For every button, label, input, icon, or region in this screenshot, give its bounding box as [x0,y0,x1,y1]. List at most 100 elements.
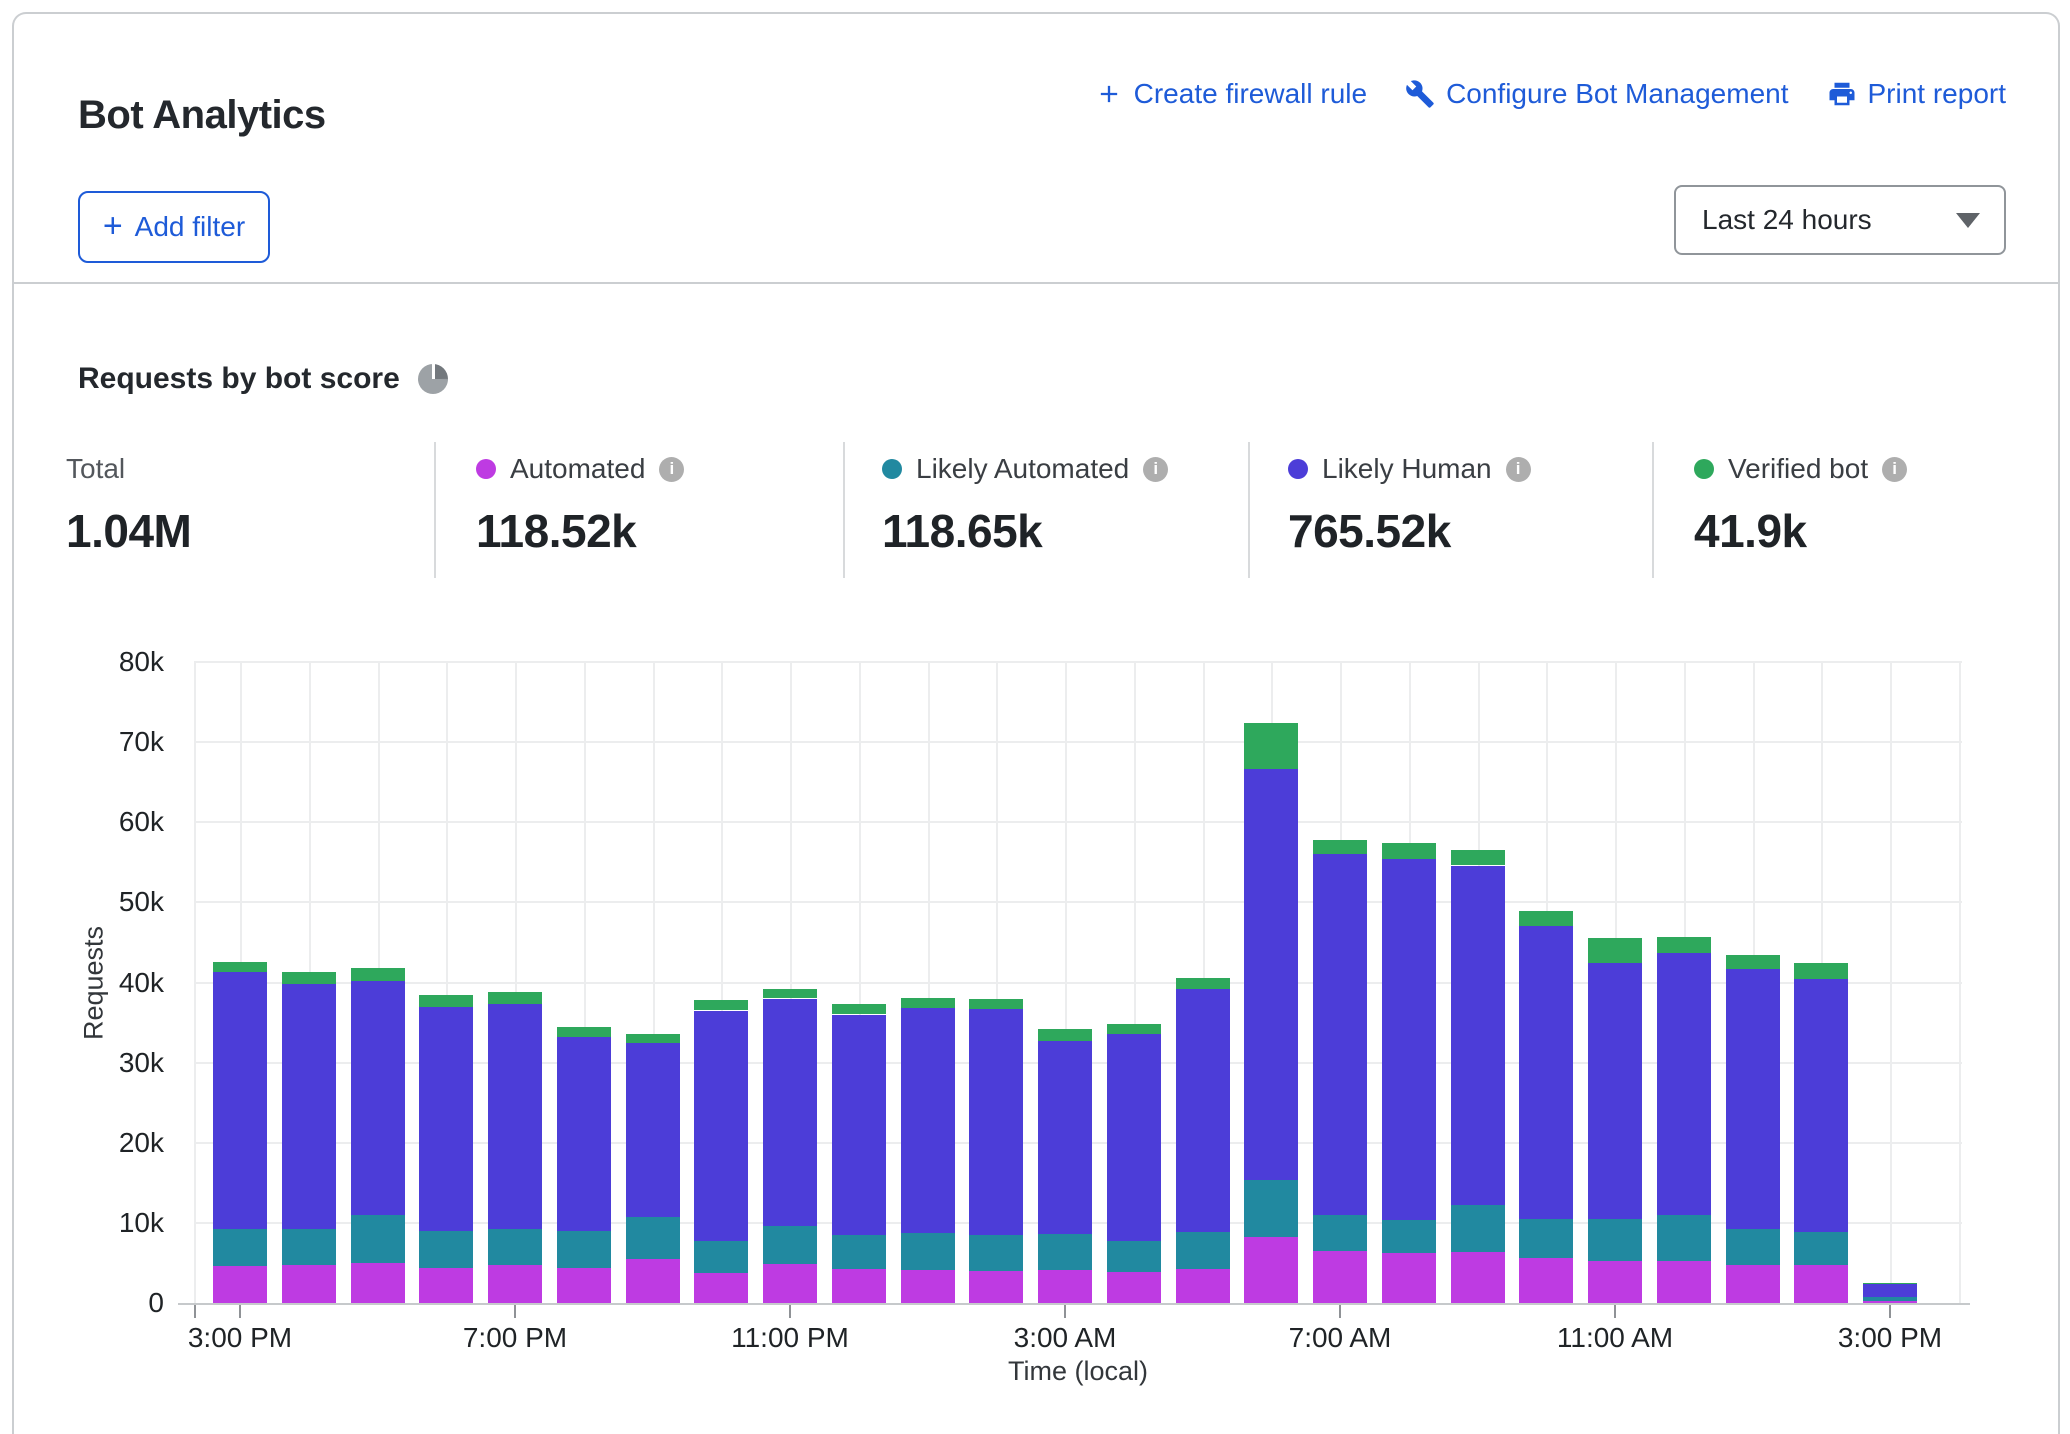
bar-segment-verified-bot[interactable] [969,999,1023,1009]
bar-segment-verified-bot[interactable] [1107,1024,1161,1034]
bar-segment-likely-automated[interactable] [1176,1232,1230,1270]
bar-segment-automated[interactable] [694,1273,748,1303]
bar-segment-likely-automated[interactable] [1244,1180,1298,1237]
bar-segment-verified-bot[interactable] [1519,911,1573,926]
bar-segment-likely-automated[interactable] [1107,1241,1161,1271]
bar-segment-likely-human[interactable] [1244,769,1298,1180]
bar-segment-likely-automated[interactable] [1726,1229,1780,1264]
bar-segment-likely-human[interactable] [1107,1034,1161,1242]
bar-segment-automated[interactable] [901,1270,955,1303]
bar-segment-verified-bot[interactable] [1451,850,1505,865]
bar-segment-verified-bot[interactable] [1794,963,1848,979]
bar-segment-likely-human[interactable] [1588,963,1642,1219]
bar-segment-automated[interactable] [626,1259,680,1303]
bar-segment-likely-automated[interactable] [1038,1234,1092,1270]
bar-segment-automated[interactable] [1176,1269,1230,1303]
bar-segment-likely-automated[interactable] [901,1233,955,1270]
bar-segment-verified-bot[interactable] [1313,840,1367,854]
bar-segment-likely-automated[interactable] [969,1235,1023,1271]
bar-segment-likely-human[interactable] [1382,859,1436,1220]
bar-segment-likely-human[interactable] [1313,854,1367,1215]
bar-segment-likely-human[interactable] [282,984,336,1229]
bar-segment-verified-bot[interactable] [1244,723,1298,770]
bar-segment-verified-bot[interactable] [1588,938,1642,963]
bar-segment-likely-human[interactable] [1176,989,1230,1232]
bar-segment-likely-human[interactable] [488,1004,542,1229]
bar-segment-likely-automated[interactable] [1519,1219,1573,1258]
bar-segment-likely-human[interactable] [1794,979,1848,1231]
bar-segment-likely-automated[interactable] [832,1235,886,1269]
bar-segment-verified-bot[interactable] [1657,937,1711,953]
x-tick-label: 7:00 AM [1230,1322,1450,1354]
bar-segment-likely-automated[interactable] [1657,1215,1711,1262]
bar-segment-verified-bot[interactable] [213,962,267,972]
bar-segment-automated[interactable] [1107,1272,1161,1303]
bar-segment-automated[interactable] [557,1268,611,1303]
bar-segment-automated[interactable] [1657,1261,1711,1303]
bar-segment-likely-human[interactable] [419,1007,473,1231]
bar-segment-likely-automated[interactable] [694,1241,748,1273]
bar-segment-likely-human[interactable] [1519,926,1573,1219]
bar-segment-likely-human[interactable] [626,1043,680,1217]
bar-segment-verified-bot[interactable] [1176,978,1230,989]
bar-segment-automated[interactable] [1726,1265,1780,1304]
bar-segment-likely-automated[interactable] [1451,1205,1505,1252]
bar-segment-likely-automated[interactable] [763,1226,817,1264]
bar-segment-automated[interactable] [1588,1261,1642,1304]
bar-segment-likely-automated[interactable] [626,1217,680,1259]
bar-segment-verified-bot[interactable] [1726,955,1780,969]
bar-segment-likely-human[interactable] [1038,1041,1092,1234]
bar-segment-verified-bot[interactable] [1038,1029,1092,1041]
bar-segment-likely-human[interactable] [694,1011,748,1241]
bar-segment-likely-automated[interactable] [1794,1232,1848,1266]
bar-segment-automated[interactable] [763,1264,817,1303]
bar-segment-likely-human[interactable] [1863,1284,1917,1298]
bar-segment-automated[interactable] [1451,1252,1505,1303]
bar-segment-likely-human[interactable] [1451,866,1505,1206]
bar-segment-verified-bot[interactable] [1863,1283,1917,1284]
bar-segment-likely-automated[interactable] [282,1229,336,1265]
bar-segment-automated[interactable] [351,1263,405,1303]
bar-segment-likely-human[interactable] [1657,953,1711,1215]
bar-segment-likely-automated[interactable] [351,1215,405,1263]
bar-segment-automated[interactable] [1244,1237,1298,1303]
bar-segment-verified-bot[interactable] [488,992,542,1004]
bar-segment-likely-automated[interactable] [1588,1219,1642,1261]
bar-segment-verified-bot[interactable] [1382,843,1436,859]
bar-segment-likely-human[interactable] [901,1008,955,1233]
bar-segment-likely-human[interactable] [832,1015,886,1235]
bar-segment-likely-automated[interactable] [488,1229,542,1265]
bar-segment-verified-bot[interactable] [832,1004,886,1014]
bar-segment-automated[interactable] [1794,1265,1848,1303]
bar-segment-likely-automated[interactable] [419,1231,473,1268]
bar-segment-automated[interactable] [969,1271,1023,1303]
bar-segment-verified-bot[interactable] [419,995,473,1008]
bar-segment-verified-bot[interactable] [351,968,405,981]
bar-segment-likely-human[interactable] [351,981,405,1215]
bar-segment-likely-automated[interactable] [1382,1220,1436,1253]
bar-segment-verified-bot[interactable] [282,972,336,984]
bar-segment-verified-bot[interactable] [901,998,955,1008]
bar-segment-verified-bot[interactable] [626,1034,680,1044]
bar-segment-likely-automated[interactable] [213,1229,267,1266]
bar-segment-automated[interactable] [1382,1253,1436,1304]
bar-segment-verified-bot[interactable] [763,989,817,999]
bar-segment-automated[interactable] [282,1265,336,1303]
bar-segment-likely-human[interactable] [1726,969,1780,1229]
bar-segment-likely-automated[interactable] [1313,1215,1367,1251]
bar-segment-automated[interactable] [832,1269,886,1304]
bar-segment-likely-automated[interactable] [1863,1297,1917,1300]
bar-segment-likely-human[interactable] [557,1037,611,1231]
bar-segment-automated[interactable] [1519,1258,1573,1303]
bar-segment-verified-bot[interactable] [694,1000,748,1010]
bar-segment-verified-bot[interactable] [557,1027,611,1037]
bar-segment-likely-human[interactable] [763,999,817,1227]
bar-segment-automated[interactable] [1313,1251,1367,1303]
bar-segment-automated[interactable] [213,1266,267,1303]
bar-segment-automated[interactable] [488,1265,542,1303]
bar-segment-likely-human[interactable] [213,972,267,1229]
bar-segment-likely-automated[interactable] [557,1231,611,1268]
bar-segment-likely-human[interactable] [969,1009,1023,1235]
bar-segment-automated[interactable] [1038,1270,1092,1303]
bar-segment-automated[interactable] [419,1268,473,1303]
